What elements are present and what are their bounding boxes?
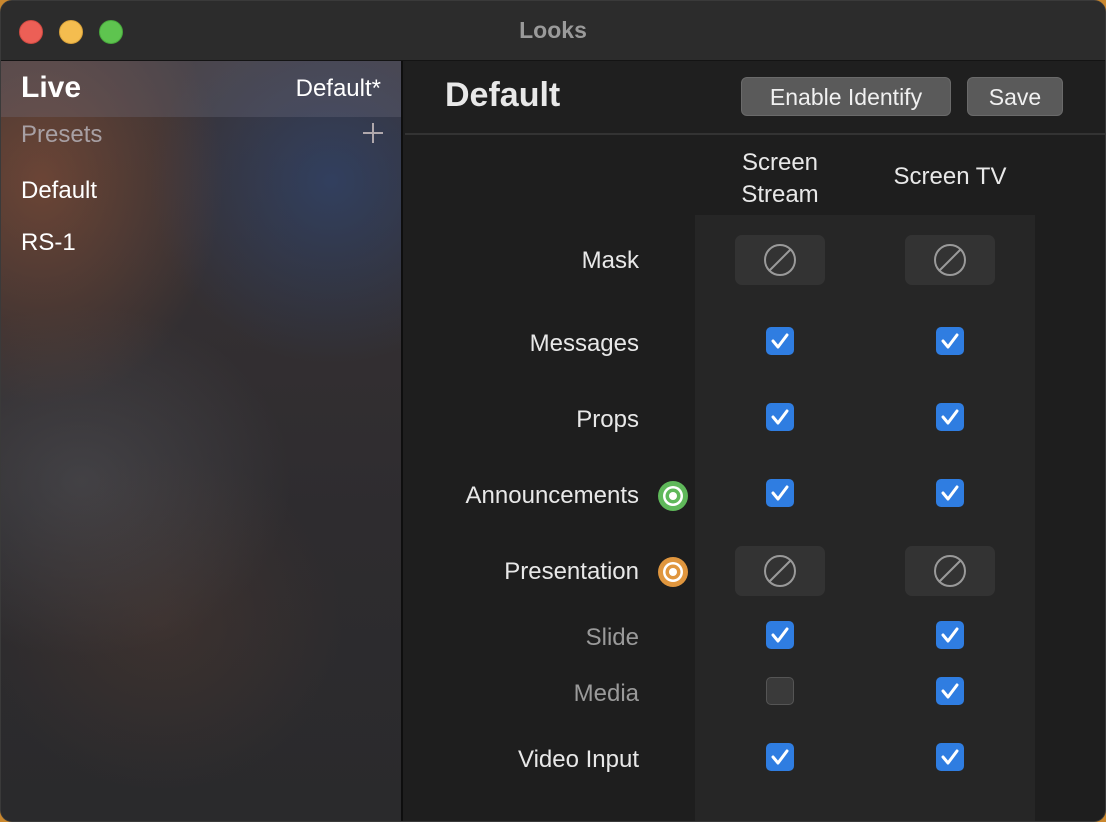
checkmark-icon — [941, 627, 959, 643]
preset-item-label: RS-1 — [21, 229, 76, 256]
presets-heading: Presets — [21, 121, 103, 148]
checkmark-icon — [941, 409, 959, 425]
checkmark-icon — [771, 409, 789, 425]
column-header-screen-tv: Screen TV — [893, 163, 1007, 190]
no-symbol-icon — [934, 244, 966, 276]
messages-screen-stream-checkbox[interactable] — [766, 327, 794, 355]
looks-window: Looks Live Default* Presets Default RS-1… — [0, 0, 1106, 822]
row-label-media: Media — [573, 680, 639, 707]
row-label-slide: Slide — [585, 624, 639, 651]
slide-screen-stream-checkbox[interactable] — [766, 621, 794, 649]
no-symbol-icon — [934, 555, 966, 587]
checkmark-icon — [941, 333, 959, 349]
no-symbol-icon — [764, 555, 796, 587]
plus-icon[interactable] — [361, 121, 385, 145]
checkmark-icon — [771, 627, 789, 643]
row-label-video-input: Video Input — [518, 746, 639, 773]
target-icon-orange[interactable] — [657, 556, 689, 588]
main-header: Default Enable Identify Save — [405, 61, 1105, 135]
row-label-presentation: Presentation — [504, 558, 639, 585]
mask-screen-tv-null[interactable] — [905, 235, 995, 285]
column-screen-stream — [695, 215, 865, 821]
messages-screen-tv-checkbox[interactable] — [936, 327, 964, 355]
media-screen-tv-checkbox[interactable] — [936, 677, 964, 705]
checkmark-icon — [941, 749, 959, 765]
main-panel: Default Enable Identify Save Screen Stre… — [405, 61, 1105, 821]
live-row[interactable]: Live Default* — [1, 61, 401, 117]
announcements-screen-stream-checkbox[interactable] — [766, 479, 794, 507]
row-label-messages: Messages — [529, 330, 639, 357]
sidebar: Live Default* Presets Default RS-1 — [1, 61, 403, 821]
checkmark-icon — [771, 749, 789, 765]
live-current-preset: Default* — [295, 75, 381, 102]
checkmark-icon — [771, 333, 789, 349]
presentation-screen-tv-null[interactable] — [905, 546, 995, 596]
media-screen-stream-checkbox[interactable] — [766, 677, 794, 705]
checkmark-icon — [941, 683, 959, 699]
enable-identify-button[interactable]: Enable Identify — [741, 77, 951, 116]
preset-item-rs-1[interactable]: RS-1 — [1, 219, 401, 267]
target-icon-green[interactable] — [657, 480, 689, 512]
mask-screen-stream-null[interactable] — [735, 235, 825, 285]
live-label: Live — [21, 71, 82, 104]
page-title: Default — [445, 76, 561, 114]
row-label-props: Props — [576, 406, 639, 433]
preset-item-label: Default — [21, 177, 98, 204]
column-screen-tv — [865, 215, 1035, 821]
checkmark-icon — [941, 485, 959, 501]
save-button[interactable]: Save — [967, 77, 1063, 116]
presentation-screen-stream-null[interactable] — [735, 546, 825, 596]
props-screen-stream-checkbox[interactable] — [766, 403, 794, 431]
row-label-mask: Mask — [581, 247, 639, 274]
column-header-line: Stream — [741, 181, 819, 208]
props-screen-tv-checkbox[interactable] — [936, 403, 964, 431]
column-header-line: Screen — [741, 149, 819, 176]
video-input-screen-tv-checkbox[interactable] — [936, 743, 964, 771]
window-title: Looks — [519, 17, 587, 43]
preset-item-default[interactable]: Default — [1, 167, 401, 215]
announcements-screen-tv-checkbox[interactable] — [936, 479, 964, 507]
slide-screen-tv-checkbox[interactable] — [936, 621, 964, 649]
column-header-screen-stream: Screen Stream — [695, 147, 865, 211]
row-label-announcements: Announcements — [465, 482, 639, 509]
checkmark-icon — [771, 485, 789, 501]
no-symbol-icon — [764, 244, 796, 276]
title-bar: Looks — [1, 1, 1105, 61]
video-input-screen-stream-checkbox[interactable] — [766, 743, 794, 771]
